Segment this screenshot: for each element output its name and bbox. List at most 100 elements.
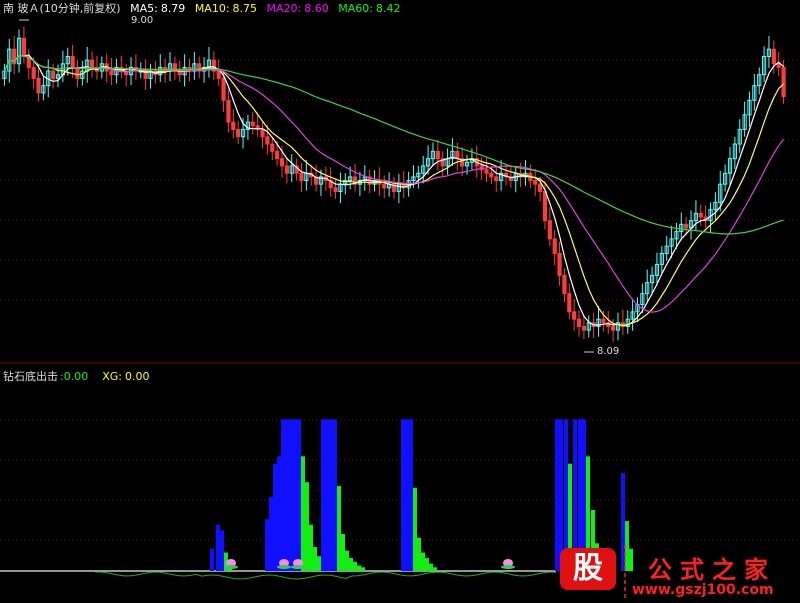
indicator-bar-green — [305, 482, 309, 571]
ma20-readout: MA20: 8.60 — [267, 2, 333, 15]
indicator-bar-blue — [297, 419, 301, 571]
lotus-leaf-icon — [224, 565, 238, 569]
indicator-bar-green — [629, 548, 633, 571]
ma60-value: 8.42 — [375, 2, 401, 15]
candle-body — [781, 66, 786, 98]
indicator-bar-blue — [409, 419, 413, 571]
indicator-bar-green — [349, 558, 353, 571]
candle-body — [776, 63, 781, 68]
indicator-bar-blue — [401, 419, 405, 571]
indicator-bar-blue — [277, 456, 281, 571]
ma10-readout: MA10: 8.75 — [195, 2, 261, 15]
candle-body — [494, 176, 499, 182]
ma60-label: MA60: — [338, 2, 373, 15]
xg-label: XG: — [102, 370, 122, 383]
indicator-bar-green — [421, 552, 425, 571]
candle-body — [567, 293, 572, 313]
stock-title: 南 玻Ａ(10分钟,前复权) — [3, 2, 121, 15]
indicator-bar-blue — [329, 419, 333, 571]
candle-body — [557, 252, 562, 276]
indicator-bar-blue — [333, 419, 337, 571]
indicator-title: 钻石底出击 — [3, 370, 58, 383]
watermark-badge: 股 — [560, 548, 616, 590]
candle-body — [21, 37, 27, 57]
candle-body — [31, 66, 36, 79]
indicator-bar-blue — [285, 419, 289, 571]
candle-body — [270, 143, 275, 152]
high-price-label: 9.00 — [131, 15, 154, 26]
lotus-leaf-icon — [501, 565, 515, 569]
indicator-bar-blue — [325, 419, 329, 571]
candle-body — [601, 318, 606, 324]
indicator-bar-blue — [321, 419, 325, 571]
candle-body — [684, 223, 689, 229]
candle-body — [250, 121, 255, 127]
indicator-bar-blue — [269, 497, 273, 571]
candle-body — [299, 172, 304, 182]
indicator-bar-blue — [220, 530, 224, 571]
ma20-label: MA20: — [266, 2, 302, 15]
indicator-bar-green — [417, 537, 421, 571]
candle-body — [265, 136, 270, 145]
candle-body — [552, 238, 557, 254]
candle-body — [231, 121, 236, 130]
candle-body — [275, 150, 280, 160]
watermark-url: www.gszj100.com — [632, 582, 774, 598]
candle-body — [216, 70, 221, 79]
ma60-line — [3, 54, 784, 235]
indicator-bar-blue — [210, 548, 214, 571]
indicator-bar-blue — [405, 419, 409, 571]
indicator-bar-green — [313, 546, 317, 571]
indicator-bar-blue — [555, 419, 559, 571]
candle-body — [70, 55, 75, 68]
candle-body — [455, 150, 460, 160]
indicator-bar-green — [361, 567, 365, 571]
candle-body — [89, 59, 95, 68]
indicator-bar-blue — [621, 472, 625, 571]
xg-value: 0.00 — [124, 370, 150, 383]
ma5-readout: MA5: 8.79 — [130, 2, 189, 15]
candle-body — [279, 158, 285, 167]
candle-body — [581, 325, 587, 331]
candle-body — [771, 48, 776, 65]
candle-body — [542, 190, 548, 222]
lotus-leaf-icon — [291, 565, 305, 569]
indicator-panel-header: 钻石底出击:0.00 XG: 0.00 — [3, 370, 149, 383]
candle-body — [284, 165, 289, 174]
candle-body — [562, 274, 567, 295]
price-panel-header: 南 玻Ａ(10分钟,前复权) MA5: 8.79 MA10: 8.75 MA20: 8… — [3, 2, 406, 15]
candle-body — [36, 77, 41, 94]
ma10-value: 8.75 — [232, 2, 258, 15]
candle-body — [382, 183, 387, 189]
watermark-title: 公式之家 — [648, 556, 776, 584]
chart-window: 南 玻Ａ(10分钟,前复权) MA5: 8.79 MA10: 8.75 MA20: 8… — [0, 0, 800, 603]
indicator-value: :0.00 — [60, 370, 89, 383]
indicator-bar-blue — [216, 524, 220, 571]
indicator-bar-green — [413, 487, 417, 571]
candle-body — [484, 169, 489, 174]
candle-body — [333, 187, 338, 192]
indicator-bar-blue — [559, 419, 563, 571]
ma60-readout: MA60: 8.42 — [338, 2, 400, 15]
candle-body — [226, 99, 231, 123]
watermark-badge-text: 股 — [573, 551, 603, 586]
candle-body — [51, 70, 56, 79]
candle-body — [260, 128, 265, 138]
indicator-bar-green — [433, 567, 437, 571]
ma20-value: 8.60 — [304, 2, 329, 15]
low-price-label: 8.09 — [597, 346, 620, 357]
indicator-bar-green — [317, 556, 321, 571]
indicator-bar-green — [337, 485, 341, 571]
candle-body — [435, 150, 440, 160]
candle-body — [537, 183, 543, 192]
indicator-bar-blue — [265, 519, 269, 571]
candle-body — [533, 180, 538, 185]
indicator-bar-green — [301, 456, 305, 571]
chart-canvas[interactable] — [0, 0, 800, 603]
indicator-bar-green — [345, 550, 349, 571]
ma5-label: MA5: — [130, 2, 158, 15]
indicator-bar-blue — [293, 419, 297, 571]
indicator-bar-blue — [289, 419, 293, 571]
lotus-leaf-icon — [277, 565, 291, 569]
indicator-bar-green — [309, 524, 313, 571]
